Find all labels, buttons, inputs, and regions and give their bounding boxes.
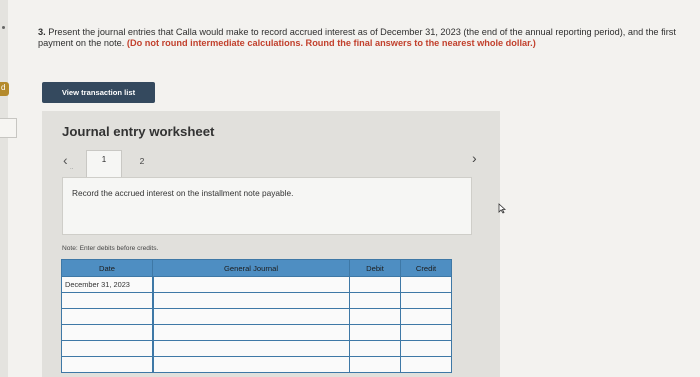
instruction-box [62, 177, 472, 235]
date-cell [61, 324, 153, 341]
worksheet-tab-1[interactable]: 1 [86, 150, 122, 178]
journal-table-header: Date General Journal Debit Credit [61, 259, 452, 277]
date-cell: December 31, 2023 [61, 276, 153, 293]
question-number: 3. [38, 27, 46, 37]
date-cell [61, 308, 153, 325]
credit-input[interactable] [400, 324, 452, 341]
table-row [61, 340, 452, 357]
credit-input[interactable] [400, 356, 452, 373]
left-edge-strip [0, 0, 8, 377]
date-cell [61, 356, 153, 373]
debit-input[interactable] [349, 324, 401, 341]
credit-input[interactable] [400, 308, 452, 325]
rounding-warning: (Do not round intermediate calculations.… [126, 38, 536, 48]
debit-input[interactable] [349, 340, 401, 357]
prev-indicator: .. [70, 165, 74, 171]
side-panel-box [0, 118, 17, 138]
account-input[interactable] [151, 356, 350, 373]
chevron-right-icon[interactable]: › [472, 150, 477, 166]
table-row [61, 292, 452, 309]
question-prompt: 3. Present the journal entries that Call… [38, 27, 688, 49]
header-date: Date [61, 259, 153, 277]
debit-input[interactable] [349, 308, 401, 325]
bullet-dot [2, 26, 5, 29]
table-row [61, 308, 452, 325]
table-row [61, 356, 452, 373]
account-input[interactable] [151, 276, 350, 293]
account-input[interactable] [151, 308, 350, 325]
date-cell [61, 340, 153, 357]
mouse-pointer-icon [498, 203, 507, 214]
header-credit: Credit [400, 259, 452, 277]
instruction-text: Record the accrued interest on the insta… [72, 188, 294, 198]
credit-input[interactable] [400, 292, 452, 309]
worksheet-tab-2[interactable]: 2 [130, 150, 154, 170]
view-transaction-list-button[interactable]: View transaction list [42, 82, 155, 103]
credit-input[interactable] [400, 340, 452, 357]
header-general-journal: General Journal [152, 259, 350, 277]
account-input[interactable] [151, 340, 350, 357]
worksheet-title: Journal entry worksheet [62, 124, 215, 139]
credit-input[interactable] [400, 276, 452, 293]
account-input[interactable] [151, 324, 350, 341]
debit-input[interactable] [349, 276, 401, 293]
debit-input[interactable] [349, 356, 401, 373]
chevron-left-icon[interactable]: ‹ [63, 152, 68, 168]
date-cell [61, 292, 153, 309]
table-row: December 31, 2023 [61, 276, 452, 293]
debit-input[interactable] [349, 292, 401, 309]
debits-note: Note: Enter debits before credits. [62, 245, 159, 252]
account-input[interactable] [151, 292, 350, 309]
side-tab-label: d [1, 83, 6, 92]
table-row [61, 324, 452, 341]
header-debit: Debit [349, 259, 401, 277]
journal-table: Date General Journal Debit Credit Decemb… [61, 259, 452, 373]
